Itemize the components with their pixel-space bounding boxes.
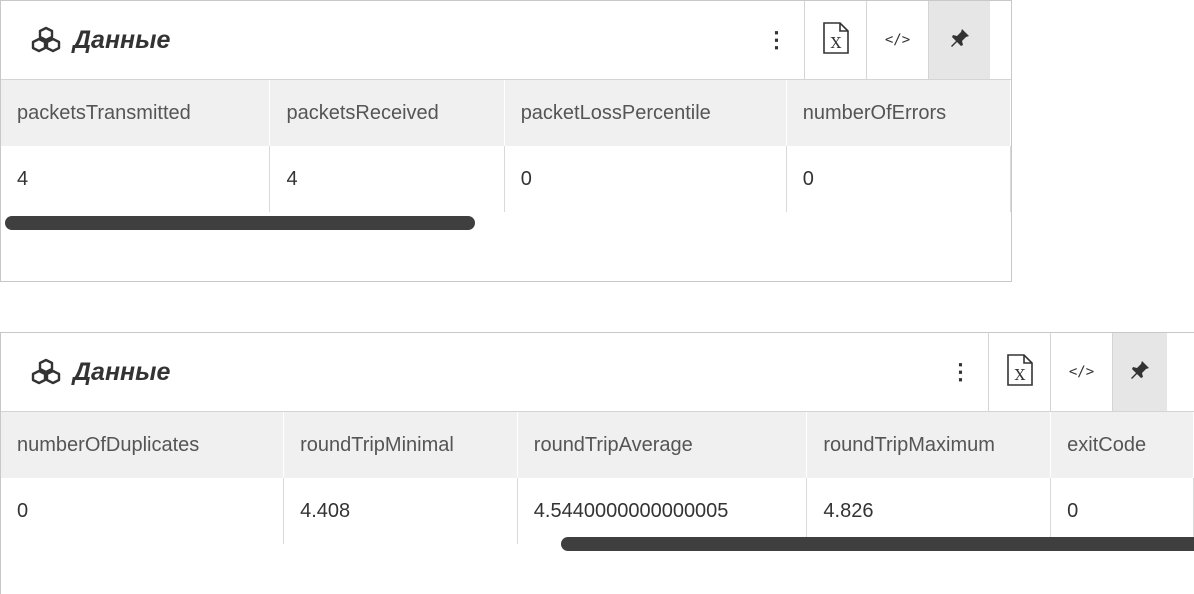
code-button[interactable]: </> [1050,333,1112,411]
pin-button[interactable] [928,1,990,79]
table-cell: 4 [269,146,505,212]
code-icon: </> [1068,364,1095,380]
table-row[interactable]: 4 4 0 0 [1,146,1011,212]
menu-button[interactable]: ⋮ [749,1,804,79]
column-header[interactable]: roundTripMinimal [283,412,518,478]
code-icon: </> [884,32,911,48]
pin-icon [1129,359,1151,386]
table-cell: 4 [1,146,271,212]
excel-export-icon: X [1006,353,1034,392]
table-row[interactable]: 0 4.408 4.5440000000000005 4.826 0 [1,478,1194,544]
horizontal-scrollbar[interactable] [5,216,475,230]
excel-export-button[interactable]: X [804,1,866,79]
excel-export-button[interactable]: X [988,333,1050,411]
column-header[interactable]: exitCode [1050,412,1194,478]
excel-export-icon: X [822,21,850,60]
panel-header: Данные ⋮ X </> [1,1,1011,80]
column-header[interactable]: packetLossPercentile [504,80,787,146]
data-panel-1: Данные ⋮ X </> packetsTransmitted packet… [0,0,1012,282]
table-cell: 4.5440000000000005 [517,478,808,544]
code-button[interactable]: </> [866,1,928,79]
excel-glyph: X [1014,366,1025,384]
panel-toolbar: ⋮ X </> [749,1,990,79]
vertical-dots-icon: ⋮ [949,359,972,384]
data-table: packetsTransmitted packetsReceived packe… [1,80,1011,212]
panel-title-text: Данные [73,25,171,54]
pin-button[interactable] [1112,333,1167,411]
table-cell: 4.408 [283,478,518,544]
column-header[interactable]: numberOfErrors [786,80,1011,146]
panel-title-text: Данные [73,357,171,386]
panel-title: Данные [31,333,170,411]
column-header[interactable]: roundTripMaximum [806,412,1052,478]
vertical-dots-icon: ⋮ [765,27,788,52]
pin-icon [949,27,971,54]
table-header-row: packetsTransmitted packetsReceived packe… [1,80,1011,146]
table-cell: 0 [1050,478,1194,544]
panel-toolbar: ⋮ X </> [933,333,1167,411]
table-cell: 0 [1,478,285,544]
data-table: numberOfDuplicates roundTripMinimal roun… [1,412,1194,544]
column-header[interactable]: roundTripAverage [517,412,808,478]
cubes-icon [31,25,61,55]
column-header[interactable]: numberOfDuplicates [1,412,285,478]
excel-glyph: X [830,34,841,52]
panel-header: Данные ⋮ X </> [1,333,1194,412]
horizontal-scrollbar[interactable] [561,537,1194,551]
cubes-icon [31,357,61,387]
table-header-row: numberOfDuplicates roundTripMinimal roun… [1,412,1194,478]
column-header[interactable]: packetsReceived [269,80,505,146]
table-cell: 0 [786,146,1011,212]
panel-title: Данные [31,1,170,79]
menu-button[interactable]: ⋮ [933,333,988,411]
column-header[interactable]: packetsTransmitted [1,80,271,146]
data-panel-2: Данные ⋮ X </> numberOfDuplicates roundT… [0,332,1194,594]
table-cell: 4.826 [806,478,1052,544]
table-cell: 0 [504,146,787,212]
